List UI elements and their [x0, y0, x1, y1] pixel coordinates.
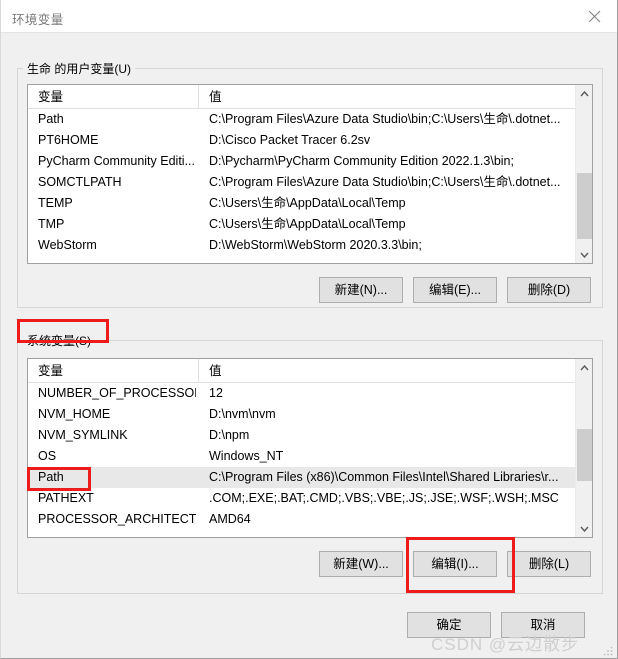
- table-row[interactable]: NUMBER_OF_PROCESSORS 12: [28, 383, 592, 404]
- system-variable-name: NVM_HOME: [38, 407, 111, 421]
- user-variable-name: TEMP: [38, 196, 73, 210]
- user-variables-label: 生命 的用户变量(U): [23, 60, 135, 77]
- environment-variables-dialog: 环境变量 生命 的用户变量(U) 变量 值 Path C:\Program Fil…: [0, 0, 618, 659]
- system-variable-value: Windows_NT: [209, 449, 284, 463]
- user-edit-button[interactable]: 编辑(E)...: [413, 277, 497, 303]
- chevron-up-icon[interactable]: [576, 359, 592, 376]
- table-row[interactable]: PATHEXT .COM;.EXE;.BAT;.CMD;.VBS;.VBE;.JS…: [28, 488, 592, 509]
- user-variable-name: WebStorm: [38, 238, 97, 252]
- system-listview-header: 变量 值: [28, 359, 592, 383]
- system-edit-button[interactable]: 编辑(I)...: [413, 551, 497, 577]
- table-row[interactable]: TMP C:\Users\生命\AppData\Local\Temp: [28, 214, 592, 235]
- user-variable-value: D:\Cisco Packet Tracer 6.2sv: [209, 133, 371, 147]
- system-column-header-name[interactable]: 变量: [28, 359, 199, 383]
- system-variable-name: PROCESSOR_ARCHITECT...: [38, 512, 196, 526]
- system-variable-value: .COM;.EXE;.BAT;.CMD;.VBS;.VBE;.JS;.JSE;.…: [209, 491, 559, 505]
- user-delete-button[interactable]: 删除(D): [507, 277, 591, 303]
- system-variable-name: PATHEXT: [38, 491, 94, 505]
- title-bar: 环境变量: [1, 0, 617, 33]
- user-variable-value: C:\Users\生命\AppData\Local\Temp: [209, 196, 406, 210]
- system-variable-name: NUMBER_OF_PROCESSORS: [38, 386, 196, 400]
- system-variable-value: D:\nvm\nvm: [209, 407, 276, 421]
- user-list-scrollbar[interactable]: [575, 85, 592, 263]
- system-variables-label: 系统变量(S): [23, 332, 95, 349]
- table-row[interactable]: WebStorm D:\WebStorm\WebStorm 2020.3.3\bi…: [28, 235, 592, 256]
- table-row[interactable]: TEMP C:\Users\生命\AppData\Local\Temp: [28, 193, 592, 214]
- system-variable-value: C:\Program Files (x86)\Common Files\Inte…: [209, 470, 559, 484]
- resize-grip[interactable]: [602, 644, 614, 656]
- user-variable-name: SOMCTLPATH: [38, 175, 122, 189]
- table-row[interactable]: SOMCTLPATH C:\Program Files\Azure Data St…: [28, 172, 592, 193]
- system-list-scrollbar[interactable]: [575, 359, 592, 537]
- user-variable-value: C:\Program Files\Azure Data Studio\bin;C…: [209, 175, 561, 189]
- system-variable-name: OS: [38, 449, 57, 463]
- table-row[interactable]: OS Windows_NT: [28, 446, 592, 467]
- chevron-down-icon[interactable]: [576, 520, 592, 537]
- system-variables-rows: NUMBER_OF_PROCESSORS 12 NVM_HOME D:\nvm\nvm…: [28, 383, 592, 537]
- user-variables-rows: Path C:\Program Files\Azure Data Studio\b…: [28, 109, 592, 263]
- table-row[interactable]: NVM_HOME D:\nvm\nvm: [28, 404, 592, 425]
- system-column-header-value[interactable]: 值: [199, 359, 592, 383]
- user-scroll-thumb[interactable]: [577, 173, 592, 239]
- system-variable-value: AMD64: [209, 512, 251, 526]
- table-row[interactable]: Path C:\Program Files\Azure Data Studio\b…: [28, 109, 592, 130]
- chevron-down-icon[interactable]: [576, 246, 592, 263]
- table-row[interactable]: PyCharm Community Editi... D:\Pycharm\PyC…: [28, 151, 592, 172]
- table-row[interactable]: NVM_SYMLINK D:\npm: [28, 425, 592, 446]
- user-variable-value: C:\Users\生命\AppData\Local\Temp: [209, 217, 406, 231]
- system-scroll-thumb[interactable]: [577, 429, 592, 481]
- window-title: 环境变量: [12, 13, 64, 27]
- system-new-button[interactable]: 新建(W)...: [319, 551, 403, 577]
- user-variable-value: D:\WebStorm\WebStorm 2020.3.3\bin;: [209, 238, 422, 252]
- close-icon[interactable]: [571, 0, 617, 32]
- table-row[interactable]: Path C:\Program Files (x86)\Common Files\…: [28, 467, 592, 488]
- user-variables-listview[interactable]: 变量 值 Path C:\Program Files\Azure Data Stu…: [27, 84, 593, 264]
- chevron-up-icon[interactable]: [576, 85, 592, 102]
- system-delete-button[interactable]: 删除(L): [507, 551, 591, 577]
- user-variable-name: TMP: [38, 217, 65, 231]
- user-variable-name: PT6HOME: [38, 133, 99, 147]
- watermark: CSDN @云边散步: [431, 635, 580, 654]
- system-variables-listview[interactable]: 变量 值 NUMBER_OF_PROCESSORS 12 NVM_HOME D:\nv…: [27, 358, 593, 538]
- user-new-button[interactable]: 新建(N)...: [319, 277, 403, 303]
- user-listview-header: 变量 值: [28, 85, 592, 109]
- system-variable-name: Path: [38, 470, 64, 484]
- user-column-header-name[interactable]: 变量: [28, 85, 199, 109]
- user-variable-name: PyCharm Community Editi...: [38, 154, 195, 168]
- user-variable-value: D:\Pycharm\PyCharm Community Edition 202…: [209, 154, 514, 168]
- system-variable-value: D:\npm: [209, 428, 250, 442]
- user-variable-value: C:\Program Files\Azure Data Studio\bin;C…: [209, 112, 561, 126]
- system-variable-name: NVM_SYMLINK: [38, 428, 128, 442]
- user-variable-name: Path: [38, 112, 64, 126]
- table-row[interactable]: PT6HOME D:\Cisco Packet Tracer 6.2sv: [28, 130, 592, 151]
- system-variable-value: 12: [209, 386, 223, 400]
- table-row[interactable]: PROCESSOR_ARCHITECT... AMD64: [28, 509, 592, 530]
- user-column-header-value[interactable]: 值: [199, 85, 592, 109]
